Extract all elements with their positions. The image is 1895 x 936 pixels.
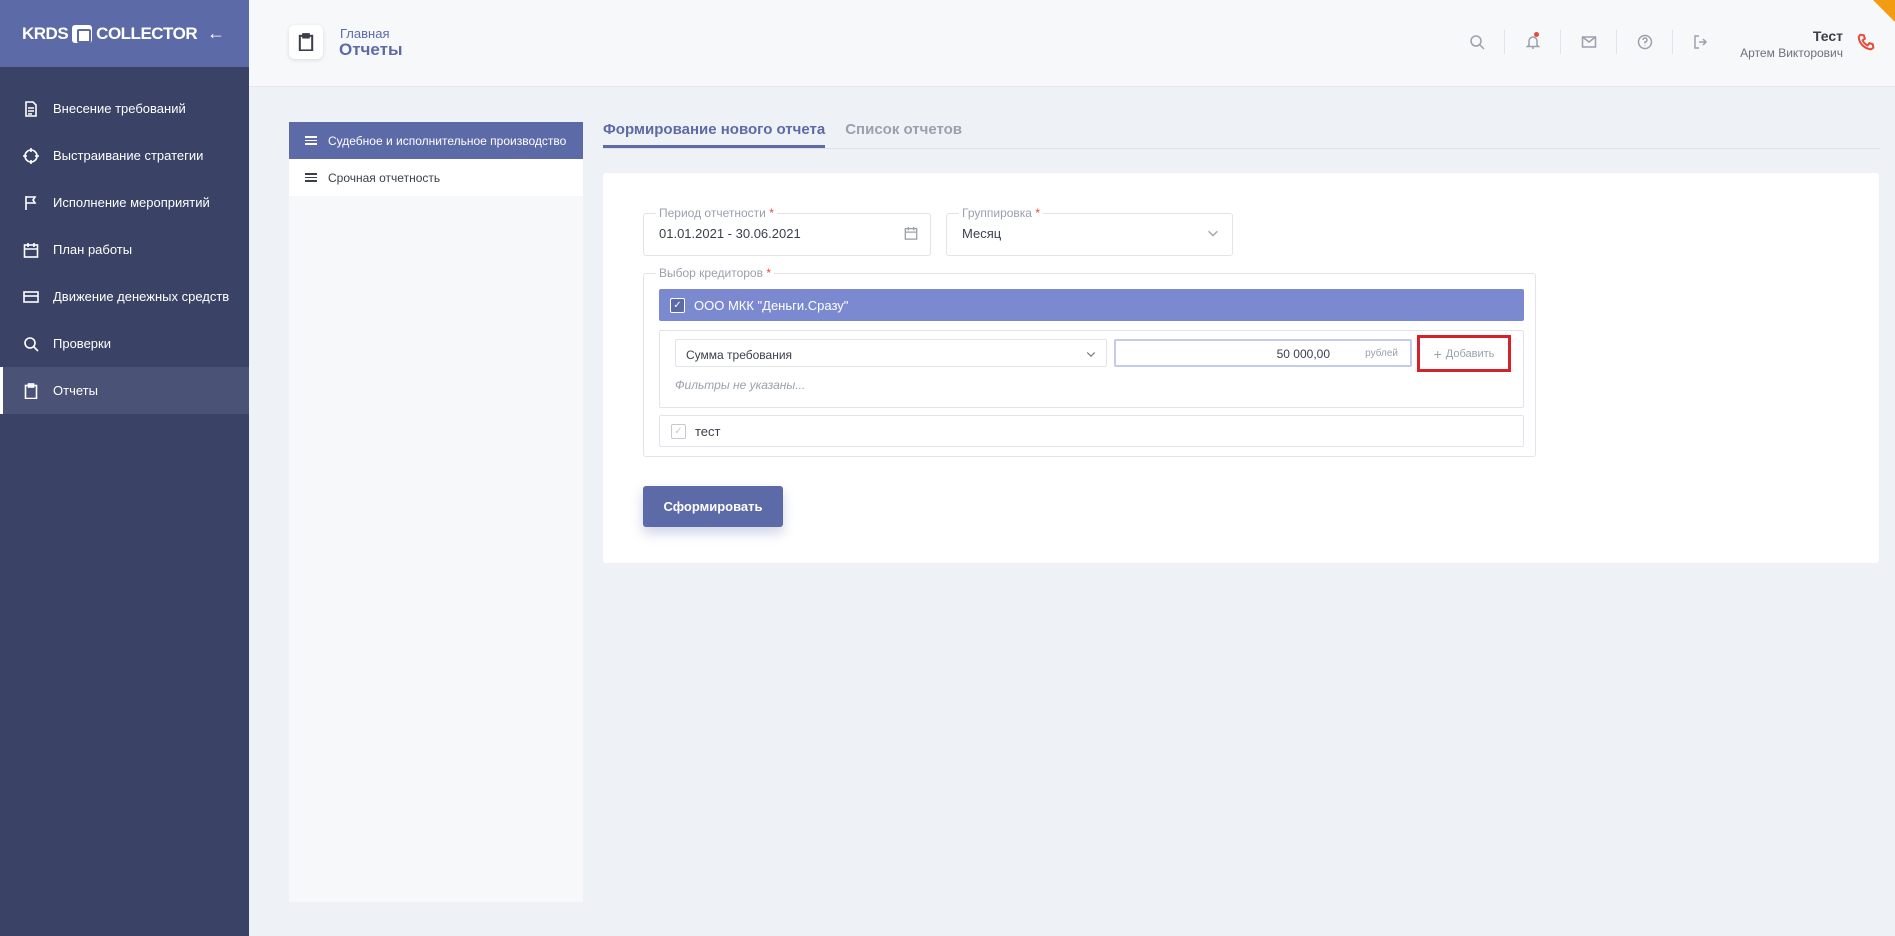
logo-box-icon bbox=[72, 24, 93, 43]
grouping-select[interactable]: Группировка * Месяц bbox=[946, 206, 1233, 256]
logo: KRDS COLLECTOR bbox=[22, 23, 198, 43]
top-header: Главная Отчеты Тест Артем Викторович bbox=[249, 0, 1895, 87]
sidebar-item-checks[interactable]: Проверки bbox=[0, 320, 249, 367]
period-field[interactable]: Период отчетности * 01.01.2021 - 30.06.2… bbox=[643, 206, 931, 256]
credit-card-icon bbox=[22, 288, 40, 306]
report-form-card: Период отчетности * 01.01.2021 - 30.06.2… bbox=[603, 173, 1879, 563]
sidebar: KRDS COLLECTOR ← Внесение требований Выст… bbox=[0, 0, 249, 936]
amount-unit: рублей bbox=[1365, 348, 1398, 359]
help-button[interactable] bbox=[1617, 30, 1673, 54]
user-block[interactable]: Тест Артем Викторович bbox=[1740, 28, 1843, 60]
creditors-group: Выбор кредиторов * ✓ ООО МКК "Деньги.Сра… bbox=[643, 266, 1536, 457]
checkbox-disabled[interactable]: ✓ bbox=[671, 423, 686, 439]
sidebar-item-strategy[interactable]: Выстраивание стратегии bbox=[0, 132, 249, 179]
sidebar-item-label: Отчеты bbox=[53, 383, 98, 398]
sidebar-header: KRDS COLLECTOR ← bbox=[0, 0, 249, 67]
list-icon bbox=[305, 136, 317, 145]
sidebar-item-label: Выстраивание стратегии bbox=[53, 148, 204, 163]
creditor-name: тест bbox=[695, 423, 721, 439]
mail-icon bbox=[1581, 36, 1596, 48]
help-icon bbox=[1637, 34, 1652, 50]
plus-icon: + bbox=[1433, 345, 1442, 362]
creditor-row[interactable]: ✓ тест bbox=[659, 415, 1524, 447]
list-icon bbox=[305, 173, 317, 182]
search-button[interactable] bbox=[1449, 30, 1505, 54]
clipboard-icon bbox=[22, 382, 40, 400]
calendar-icon[interactable] bbox=[904, 226, 918, 245]
sidebar-item-label: Исполнение мероприятий bbox=[53, 195, 210, 210]
header-actions bbox=[1449, 30, 1729, 54]
no-filters-text: Фильтры не указаны... bbox=[675, 378, 806, 392]
period-value: 01.01.2021 - 30.06.2021 bbox=[659, 226, 801, 241]
chevron-down-icon bbox=[1206, 226, 1220, 245]
sidebar-item-execution[interactable]: Исполнение мероприятий bbox=[0, 179, 249, 226]
grouping-value: Месяц bbox=[962, 226, 1002, 241]
sidebar-nav: Внесение требований Выстраивание стратег… bbox=[0, 85, 249, 414]
document-icon bbox=[22, 100, 40, 118]
calendar-icon bbox=[22, 241, 40, 259]
creditor-row[interactable]: ✓ ООО МКК "Деньги.Сразу" bbox=[659, 289, 1524, 321]
logout-button[interactable] bbox=[1673, 30, 1729, 54]
page-title: Отчеты bbox=[339, 40, 403, 59]
filter-field-select[interactable]: Сумма требования bbox=[675, 339, 1107, 367]
search-icon bbox=[22, 335, 40, 353]
grouping-label: Группировка * bbox=[959, 206, 1043, 220]
creditor-name: ООО МКК "Деньги.Сразу" bbox=[694, 297, 849, 313]
sidebar-item-cashflow[interactable]: Движение денежных средств bbox=[0, 273, 249, 320]
phone-icon[interactable] bbox=[1857, 33, 1875, 56]
breadcrumb[interactable]: Главная bbox=[340, 26, 389, 41]
period-label: Период отчетности * bbox=[656, 206, 777, 220]
flag-icon bbox=[22, 194, 40, 212]
tab-report-list[interactable]: Список отчетов bbox=[845, 121, 962, 148]
messages-button[interactable] bbox=[1561, 30, 1617, 54]
tab-new-report[interactable]: Формирование нового отчета bbox=[603, 121, 826, 148]
filter-field-value: Сумма требования bbox=[686, 348, 793, 362]
corner-ribbon bbox=[1873, 0, 1895, 22]
report-type-label: Судебное и исполнительное производство bbox=[328, 133, 567, 148]
sidebar-item-label: Внесение требований bbox=[53, 101, 186, 116]
report-type-list: Судебное и исполнительное производство С… bbox=[289, 122, 583, 902]
sidebar-item-plan[interactable]: План работы bbox=[0, 226, 249, 273]
add-filter-label: Добавить bbox=[1445, 347, 1495, 360]
tabs: Формирование нового отчета Список отчето… bbox=[603, 121, 1880, 149]
sidebar-item-label: План работы bbox=[53, 242, 133, 257]
checkbox-checked[interactable]: ✓ bbox=[670, 297, 685, 313]
creditors-label: Выбор кредиторов * bbox=[656, 266, 774, 280]
report-type-urgent[interactable]: Срочная отчетность bbox=[289, 159, 583, 196]
logout-icon bbox=[1694, 35, 1708, 49]
collapse-sidebar-icon[interactable]: ← bbox=[207, 23, 225, 44]
notifications-button[interactable] bbox=[1505, 30, 1561, 54]
sidebar-item-requirements[interactable]: Внесение требований bbox=[0, 85, 249, 132]
user-name: Тест bbox=[1812, 28, 1843, 44]
chevron-down-icon bbox=[1085, 348, 1097, 363]
amount-value: 50 000,00 bbox=[1276, 347, 1330, 361]
user-fullname: Артем Викторович bbox=[1740, 46, 1843, 60]
sidebar-item-label: Движение денежных средств bbox=[53, 289, 230, 304]
clipboard-icon bbox=[289, 25, 323, 59]
sidebar-item-reports[interactable]: Отчеты bbox=[0, 367, 249, 414]
crosshair-icon bbox=[22, 147, 40, 165]
creditor-filters: Сумма требования 50 000,00 рублей + Доба… bbox=[659, 330, 1524, 408]
report-type-label: Срочная отчетность bbox=[328, 170, 441, 185]
report-type-court[interactable]: Судебное и исполнительное производство bbox=[289, 122, 583, 159]
search-icon bbox=[1469, 35, 1485, 50]
notification-dot bbox=[1534, 32, 1539, 37]
add-filter-button[interactable]: + Добавить bbox=[1417, 335, 1511, 372]
amount-input[interactable]: 50 000,00 рублей bbox=[1114, 339, 1412, 367]
generate-report-button[interactable]: Сформировать bbox=[643, 486, 783, 527]
sidebar-item-label: Проверки bbox=[53, 336, 111, 351]
